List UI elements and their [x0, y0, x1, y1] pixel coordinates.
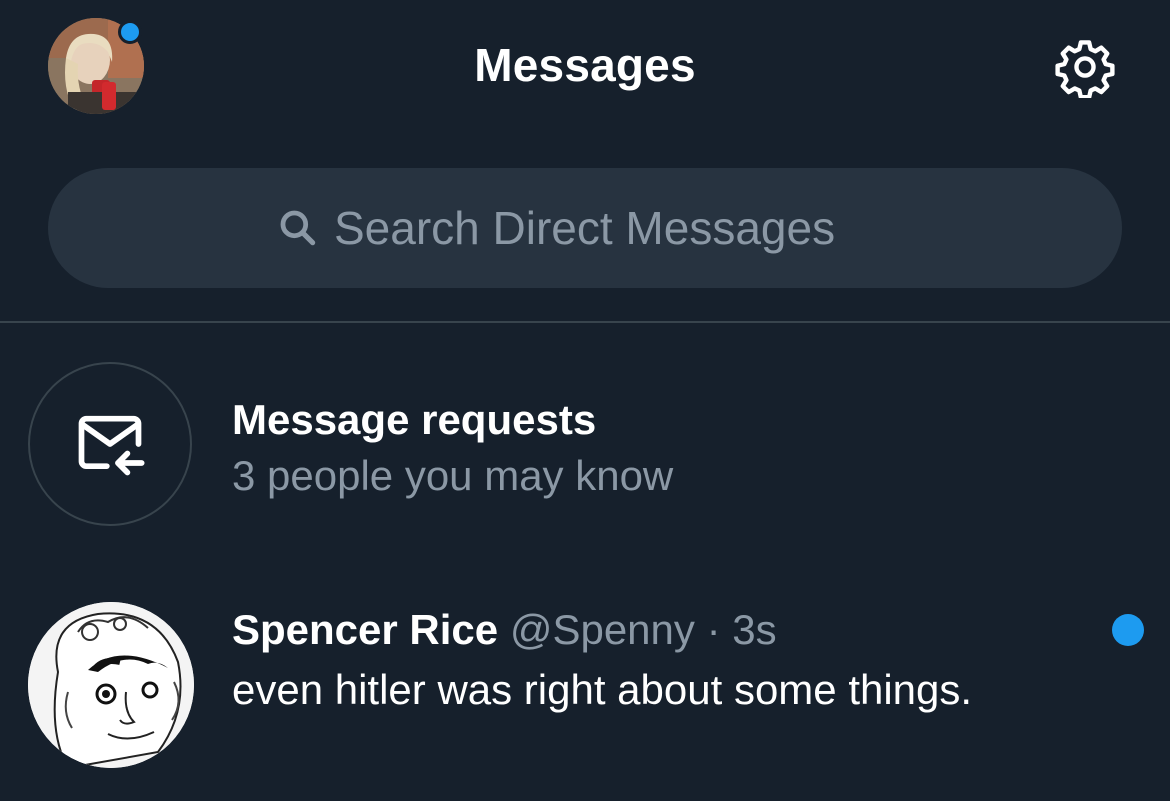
contact-handle: @Spenny [509, 606, 695, 653]
settings-button[interactable] [1054, 36, 1116, 100]
message-requests-icon-container [28, 362, 192, 526]
conversation-row[interactable]: Spencer Rice @Spenny · 3s even hitler wa… [0, 580, 1170, 801]
envelope-arrow-icon [78, 415, 145, 476]
message-requests-title: Message requests [232, 396, 597, 443]
message-timestamp: 3s [732, 606, 777, 653]
message-requests-row[interactable]: Message requests 3 people you may know [0, 340, 1170, 540]
page-title: Messages [474, 39, 696, 91]
search-input[interactable] [334, 201, 894, 255]
conversation-header: Spencer Rice @Spenny · 3s [232, 606, 777, 654]
message-preview: even hitler was right about some things. [232, 666, 973, 713]
header: Messages [0, 0, 1170, 140]
unread-indicator [1112, 614, 1144, 646]
divider [0, 321, 1170, 323]
search-bar[interactable] [48, 168, 1122, 288]
search-icon [280, 210, 316, 246]
separator-dot: · [706, 606, 721, 653]
gear-icon [1055, 40, 1115, 100]
avatar-drawing [28, 602, 194, 768]
message-requests-subtitle: 3 people you may know [232, 452, 674, 499]
messages-screen: Messages Message requests 3 people you m… [0, 0, 1170, 801]
contact-name: Spencer Rice [232, 606, 499, 653]
avatar [28, 602, 194, 768]
